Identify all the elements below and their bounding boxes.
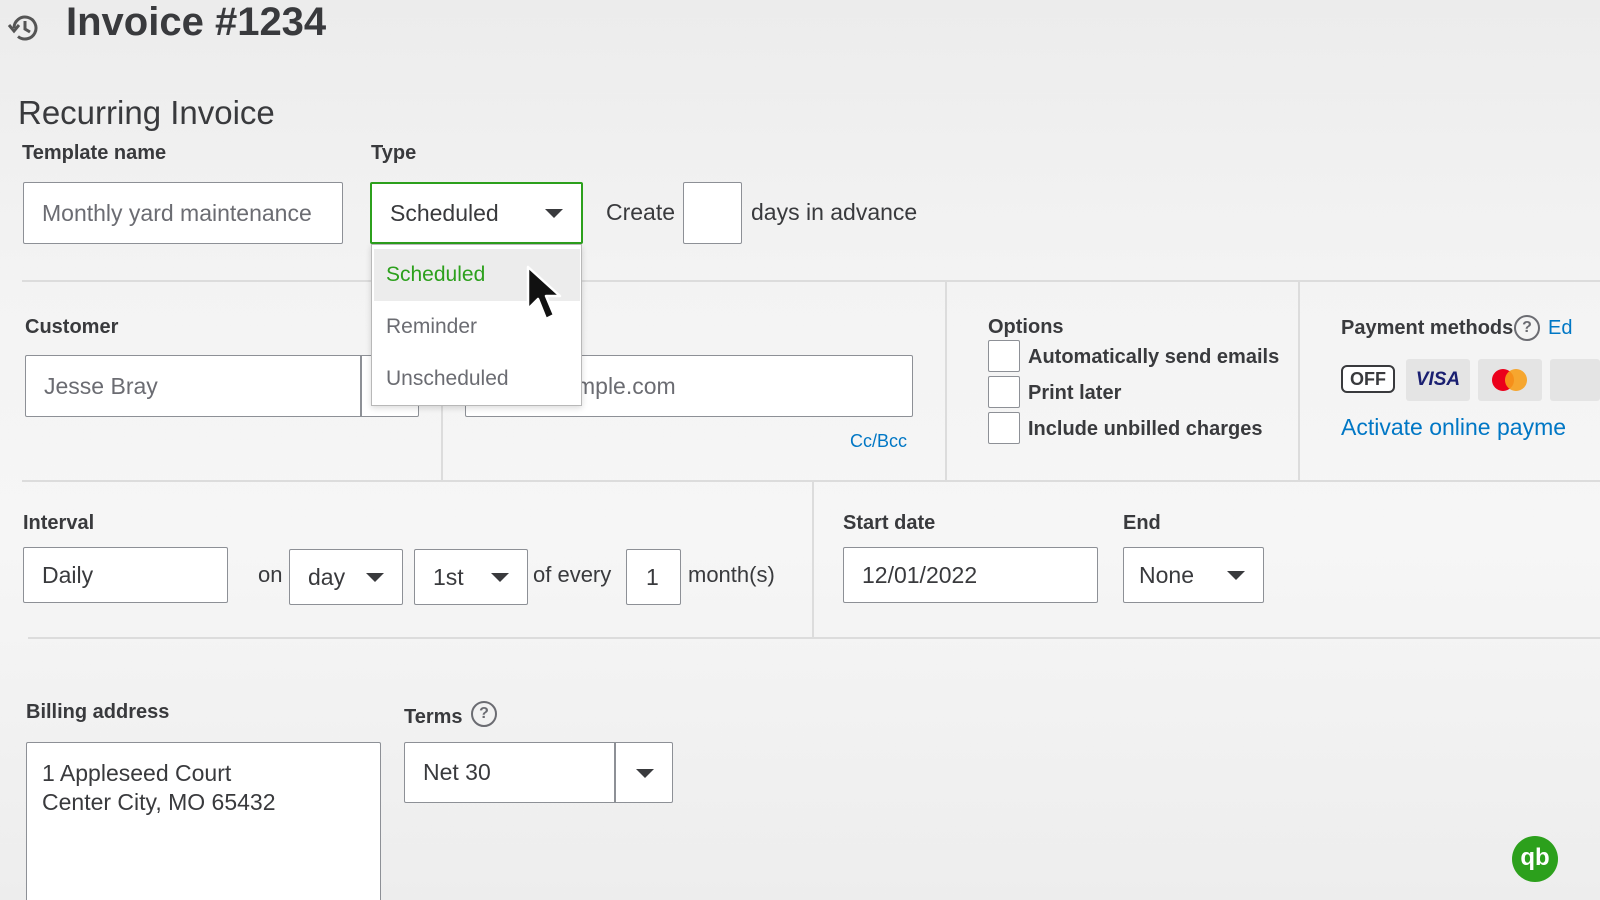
interval-label: Interval	[23, 512, 95, 534]
logo-text: qb	[1520, 844, 1550, 871]
visa-label: VISA	[1415, 369, 1461, 390]
end-label: End	[1123, 512, 1161, 534]
divider	[22, 480, 1600, 482]
customer-value: Jesse Bray	[44, 372, 158, 399]
start-date-label: Start date	[843, 512, 936, 534]
include-unbilled-label: Include unbilled charges	[1028, 418, 1263, 440]
end-value: None	[1139, 561, 1194, 588]
type-option-unscheduled[interactable]: Unscheduled	[374, 353, 580, 405]
include-unbilled-checkbox[interactable]	[988, 412, 1020, 444]
customer-label: Customer	[25, 316, 119, 338]
divider	[28, 637, 1600, 639]
end-select[interactable]: None	[1123, 547, 1264, 603]
interval-frequency-value: Daily	[42, 561, 94, 588]
billing-address-textarea[interactable]: 1 Appleseed Court Center City, MO 65432	[26, 742, 381, 900]
print-later-label: Print later	[1028, 382, 1122, 404]
interval-every-input[interactable]: 1	[626, 549, 681, 605]
type-option-unscheduled-label: Unscheduled	[386, 367, 509, 390]
mouse-cursor-icon	[526, 265, 576, 327]
chevron-down-icon	[491, 573, 509, 582]
history-icon[interactable]	[6, 10, 42, 46]
days-in-advance-input[interactable]	[683, 182, 742, 244]
mastercard-icon	[1478, 359, 1542, 401]
type-option-scheduled-label: Scheduled	[386, 263, 486, 286]
payment-toggle-off[interactable]: OFF	[1341, 365, 1395, 393]
start-date-input[interactable]: 12/01/2022	[843, 547, 1098, 603]
interval-frequency-select[interactable]: Daily	[23, 547, 228, 603]
toggle-label: OFF	[1350, 369, 1386, 389]
template-name-label: Template name	[22, 142, 167, 164]
terms-select[interactable]: Net 30	[404, 742, 673, 803]
terms-label: Terms	[404, 706, 463, 728]
interval-every-value: 1	[646, 563, 659, 590]
type-select-value: Scheduled	[390, 199, 499, 226]
interval-ordinal-select[interactable]: 1st	[414, 549, 528, 605]
billing-address-line2: Center City, MO 65432	[42, 789, 276, 815]
type-select[interactable]: Scheduled	[370, 182, 583, 244]
payment-edit-link[interactable]: Ed	[1548, 317, 1572, 340]
days-in-advance-label: days in advance	[751, 199, 918, 225]
cursor-svg	[526, 265, 562, 321]
customer-email-value: mple.com	[576, 372, 676, 399]
interval-ordinal-value: 1st	[433, 563, 464, 590]
interval-day-select[interactable]: day	[289, 549, 403, 605]
page-title: Invoice #1234	[66, 0, 327, 44]
chevron-down-icon	[366, 573, 384, 582]
chevron-down-icon	[545, 209, 563, 218]
payment-methods-label: Payment methods	[1341, 317, 1514, 339]
discover-card-icon	[1550, 359, 1600, 401]
customer-dropdown-divider	[360, 356, 362, 416]
months-label: month(s)	[688, 562, 775, 587]
interval-day-value: day	[308, 563, 346, 590]
auto-send-emails-label: Automatically send emails	[1028, 346, 1280, 368]
mastercard-orange-circle	[1505, 369, 1527, 391]
customer-input[interactable]: Jesse Bray	[25, 355, 419, 417]
terms-dropdown-divider	[614, 743, 616, 802]
chevron-down-icon	[636, 768, 654, 778]
auto-send-emails-checkbox[interactable]	[988, 340, 1020, 372]
visa-card-icon: VISA	[1406, 359, 1470, 401]
template-name-value: Monthly yard maintenance	[42, 199, 312, 226]
divider	[945, 282, 947, 480]
activate-online-payments-link[interactable]: Activate online payme	[1341, 414, 1566, 441]
help-icon[interactable]: ?	[471, 701, 497, 727]
on-label: on	[258, 562, 283, 587]
form-heading: Recurring Invoice	[18, 94, 275, 131]
type-option-reminder-label: Reminder	[386, 315, 478, 338]
divider	[22, 280, 1600, 282]
start-date-value: 12/01/2022	[862, 561, 978, 588]
billing-address-label: Billing address	[26, 701, 170, 723]
options-label: Options	[988, 316, 1064, 338]
type-label: Type	[371, 142, 417, 164]
terms-value: Net 30	[423, 759, 491, 785]
quickbooks-logo: qb	[1512, 836, 1558, 882]
divider	[812, 482, 814, 638]
divider	[1298, 282, 1300, 480]
history-icon-svg	[7, 15, 38, 41]
help-icon[interactable]: ?	[1514, 315, 1540, 341]
of-every-label: of every	[533, 562, 612, 587]
billing-address-line1: 1 Appleseed Court	[42, 760, 232, 786]
chevron-down-icon	[1227, 571, 1245, 580]
cc-bcc-link[interactable]: Cc/Bcc	[850, 431, 907, 452]
template-name-input[interactable]: Monthly yard maintenance	[23, 182, 343, 244]
create-label: Create	[606, 199, 676, 225]
print-later-checkbox[interactable]	[988, 376, 1020, 408]
